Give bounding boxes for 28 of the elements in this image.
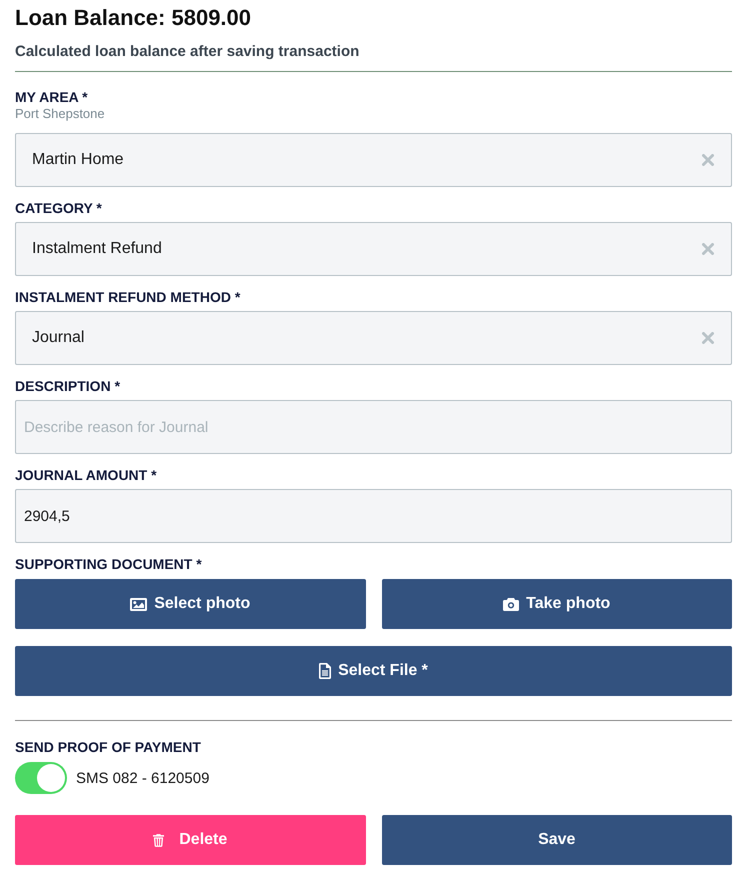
clear-icon[interactable] (702, 243, 714, 255)
field-label: CATEGORY * (15, 199, 102, 217)
select-field[interactable]: Instalment Refund (15, 222, 732, 276)
subtitle-text: Calculated loan balance after saving transaction (15, 42, 360, 62)
sms-toggle[interactable] (15, 762, 67, 794)
clear-icon[interactable] (702, 154, 714, 166)
text-field[interactable]: Describe reason for Journal (15, 400, 732, 454)
sms-toggle-label: SMS 082 - 6120509 (76, 770, 210, 786)
field-label: JOURNAL AMOUNT * (15, 466, 157, 484)
field-label: MY AREA * (15, 88, 88, 106)
select-field[interactable]: Martin Home (15, 133, 732, 187)
save-button[interactable]: Save (382, 815, 732, 865)
trash-icon (153, 834, 164, 846)
upload-button[interactable]: Take photo (382, 579, 732, 629)
field-hint: Port Shepstone (15, 106, 105, 122)
clear-icon[interactable] (702, 332, 714, 344)
picture-icon (130, 598, 148, 610)
loan-balance-title: Loan Balance: 5809.00 (15, 4, 252, 32)
select-file-button[interactable]: Select File * (15, 646, 732, 696)
text-field[interactable]: 2904,5 (15, 489, 732, 543)
field-label: SEND PROOF OF PAYMENT (15, 738, 201, 756)
document-icon (319, 663, 332, 679)
field-label: INSTALMENT REFUND METHOD * (15, 288, 240, 306)
upload-button[interactable]: Select photo (15, 579, 366, 629)
field-label: SUPPORTING DOCUMENT * (15, 555, 202, 573)
select-field[interactable]: Journal (15, 311, 732, 365)
camera-icon (503, 598, 520, 610)
field-label: DESCRIPTION * (15, 377, 120, 395)
